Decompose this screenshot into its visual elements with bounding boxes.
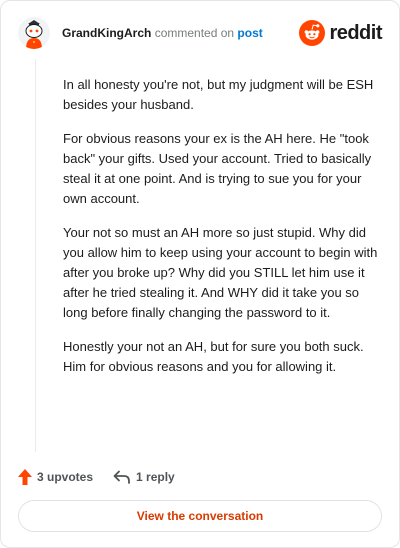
comment-header: GrandKingArch commented on post reddit: [18, 17, 382, 51]
thread-line: [35, 59, 36, 452]
comment-embed-card: GrandKingArch commented on post reddit I…: [0, 0, 400, 548]
comment-paragraph: Honestly your not an AH, but for sure yo…: [63, 339, 364, 374]
upvote-arrow-icon: [18, 469, 32, 485]
comment-actions: 3 upvotes 1 reply: [18, 467, 175, 487]
reply-button[interactable]: 1 reply: [113, 470, 175, 484]
username[interactable]: GrandKingArch: [62, 26, 151, 40]
meta-action-text: commented on: [154, 26, 235, 40]
reddit-logo-icon: [299, 20, 326, 46]
reddit-brand[interactable]: reddit: [299, 19, 382, 47]
comment-meta: GrandKingArch commented on post: [62, 26, 263, 41]
snoo-avatar-icon[interactable]: [18, 17, 50, 49]
reddit-wordmark: reddit: [329, 22, 382, 44]
comment-paragraph: Your not so must an AH more so just stup…: [63, 225, 378, 320]
comment-paragraph: For obvious reasons your ex is the AH he…: [63, 131, 372, 206]
reply-arrow-icon: [113, 470, 130, 484]
comment-paragraph: In all honesty you're not, but my judgme…: [63, 77, 374, 112]
upvote-button[interactable]: 3 upvotes: [18, 469, 93, 485]
upvote-count: 3 upvotes: [37, 470, 94, 484]
post-link[interactable]: post: [237, 26, 262, 40]
reply-count: 1 reply: [136, 470, 175, 484]
view-conversation-button[interactable]: View the conversation: [18, 500, 382, 532]
comment-body: In all honesty you're not, but my judgme…: [63, 75, 385, 391]
